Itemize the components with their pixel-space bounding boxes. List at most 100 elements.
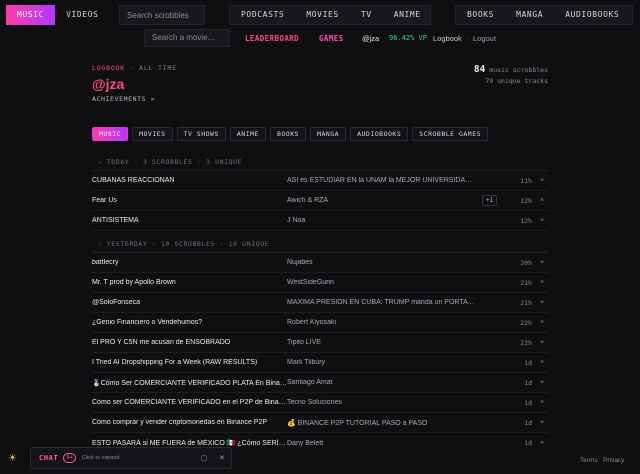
tab-scrobble-games[interactable]: SCROBBLE GAMES	[412, 127, 489, 141]
delete-icon[interactable]: ×	[540, 359, 544, 366]
delete-icon[interactable]: ×	[540, 197, 544, 204]
top-nav: MUSIC VIDEOS PODCASTS MOVIES TV ANIME BO…	[0, 0, 640, 30]
track-artist[interactable]: Robert Kiyosaki	[287, 319, 477, 326]
privacy-link[interactable]: Privacy	[603, 457, 624, 464]
user-handle-link[interactable]: @jza	[362, 34, 379, 43]
track-artist[interactable]: 💰 BINANCE P2P TUTORIAL PASO a PASO	[287, 419, 477, 427]
delete-icon[interactable]: ×	[540, 440, 544, 447]
track-title[interactable]: @SoloFonseca	[92, 299, 287, 306]
delete-icon[interactable]: ×	[540, 399, 544, 406]
track-title[interactable]: ¿Genio Financiero o Vendehumos?	[92, 319, 287, 326]
scrobble-search-input[interactable]	[119, 5, 205, 25]
track-artist[interactable]: Tipito LIVE	[287, 339, 477, 346]
chat-close-icon[interactable]: ✕	[219, 454, 225, 462]
delete-icon[interactable]: ×	[540, 279, 544, 286]
section-header-today[interactable]: ˅ TODAY · 3 SCROBBLES · 3 UNIQUE	[92, 153, 548, 171]
track-artist[interactable]: Santiago Amat	[287, 379, 477, 386]
chat-widget[interactable]: CHAT 9+ Click to expand ▢ ✕	[30, 447, 232, 469]
table-row[interactable]: Cómo comprar y vender criptomonedas en B…	[92, 413, 548, 433]
nav-tv[interactable]: TV	[350, 5, 383, 25]
tab-manga[interactable]: MANGA	[310, 127, 347, 141]
tab-movies[interactable]: MOVIES	[132, 127, 173, 141]
scrobble-time: 22h	[520, 318, 532, 327]
logout-link[interactable]: Logout	[473, 34, 496, 43]
tab-books[interactable]: BOOKS	[269, 127, 307, 141]
leaderboard-link[interactable]: LEADERBOARD	[245, 34, 299, 43]
delete-icon[interactable]: ×	[540, 299, 544, 306]
scrobble-time: 12h	[520, 196, 532, 205]
delete-icon[interactable]: ×	[540, 177, 544, 184]
section-header-yesterday[interactable]: ˅ YESTERDAY · 10 SCROBBLES · 10 UNIQUE	[92, 235, 548, 253]
track-artist[interactable]: Awich & RZA	[287, 197, 477, 204]
nav-audiobooks[interactable]: AUDIOBOOKS	[554, 5, 630, 25]
delete-icon[interactable]: ×	[540, 319, 544, 326]
track-title[interactable]: CUBANAS REACCIONAN	[92, 177, 287, 184]
sub-nav: LEADERBOARD GAMES @jza 96.42% VP · Logbo…	[0, 29, 640, 47]
table-row[interactable]: ANTISISTEMA J Noa 12h ×	[92, 211, 548, 231]
logbook-main: LOGBOOK · ALL TIME @jza ACHIEVEMENTS » 8…	[92, 64, 548, 447]
nav-movies[interactable]: MOVIES	[295, 5, 350, 25]
achievements-link[interactable]: ACHIEVEMENTS »	[92, 95, 548, 103]
separator: ·	[427, 33, 430, 43]
table-row[interactable]: battlecry Nujabes 20h ×	[92, 253, 548, 273]
table-row[interactable]: CUBANAS REACCIONAN ASI es ESTUDIAR EN la…	[92, 171, 548, 191]
track-artist[interactable]: Dany Belett	[287, 440, 477, 447]
track-artist[interactable]: ASI es ESTUDIAR EN la UNAM la MEJOR UNIV…	[287, 177, 477, 184]
terms-link[interactable]: Terms	[580, 457, 598, 464]
logbook-link[interactable]: Logbook	[433, 34, 462, 43]
nav-anime[interactable]: ANIME	[383, 5, 432, 25]
nav-manga[interactable]: MANGA	[505, 5, 554, 25]
track-title[interactable]: Fear Us	[92, 197, 287, 204]
scrobble-time: 1d	[524, 398, 532, 407]
nav-videos[interactable]: VIDEOS	[55, 5, 110, 25]
track-artist[interactable]: Nujabes	[287, 259, 477, 266]
tab-music[interactable]: MUSIC	[92, 127, 129, 141]
chat-expand-icon[interactable]: ▢	[201, 454, 208, 462]
track-artist[interactable]: Mark Tilbury	[287, 359, 477, 366]
track-artist[interactable]: MÁXIMA PRESIÓN EN CUBA: TRUMP manda un P…	[287, 299, 477, 306]
table-row[interactable]: ¿Genio Financiero o Vendehumos? Robert K…	[92, 313, 548, 333]
scrobble-time: 12h	[520, 216, 532, 225]
repeat-count-badge[interactable]: +1	[482, 195, 498, 206]
table-row[interactable]: Mr. T prod by Apollo Brown WestSideGunn …	[92, 273, 548, 293]
table-row[interactable]: @SoloFonseca MÁXIMA PRESIÓN EN CUBA: TRU…	[92, 293, 548, 313]
vp-percentage: 96.42% VP	[389, 34, 427, 42]
scrobble-time: 1d	[524, 439, 532, 447]
track-title[interactable]: ESTO PASARÁ si ME FUERA de MÉXICO 🇲🇽 ¿Có…	[92, 439, 287, 447]
nav-music[interactable]: MUSIC	[6, 5, 56, 25]
scrobble-time: 1d	[524, 358, 532, 367]
track-title[interactable]: Cómo comprar y vender criptomonedas en B…	[92, 419, 287, 426]
delete-icon[interactable]: ×	[540, 339, 544, 346]
nav-podcasts[interactable]: PODCASTS	[230, 5, 295, 25]
table-row[interactable]: 🥈Cómo Ser COMERCIANTE VERIFICADO PLATA E…	[92, 373, 548, 393]
track-title[interactable]: 🥈Cómo Ser COMERCIANTE VERIFICADO PLATA E…	[92, 379, 287, 387]
delete-icon[interactable]: ×	[540, 379, 544, 386]
track-title[interactable]: El PRO Y C5N me acusan de ENSOBRADO	[92, 339, 287, 346]
table-row[interactable]: I Tried AI Dropshipping For a Week (RAW …	[92, 353, 548, 373]
table-row[interactable]: Cómo ser COMERCIANTE VERIFICADO en el P2…	[92, 393, 548, 413]
movie-search-input[interactable]	[144, 29, 230, 47]
track-title[interactable]: ANTISISTEMA	[92, 217, 287, 224]
tab-tv-shows[interactable]: TV SHOWS	[176, 127, 226, 141]
track-artist[interactable]: J Noa	[287, 217, 477, 224]
track-artist[interactable]: Tecno Soluciones	[287, 399, 477, 406]
tab-anime[interactable]: ANIME	[229, 127, 266, 141]
delete-icon[interactable]: ×	[540, 259, 544, 266]
track-artist[interactable]: WestSideGunn	[287, 279, 477, 286]
table-row[interactable]: Fear Us Awich & RZA +1 12h ×	[92, 191, 548, 211]
nav-books[interactable]: BOOKS	[456, 5, 505, 25]
theme-toggle-sun-icon[interactable]: ☀	[8, 453, 24, 467]
track-title[interactable]: Cómo ser COMERCIANTE VERIFICADO en el P2…	[92, 399, 287, 406]
scrobble-count-label: music scrobbles	[485, 66, 548, 74]
scrobble-time: 1d	[524, 378, 532, 387]
table-row[interactable]: El PRO Y C5N me acusan de ENSOBRADO Tipi…	[92, 333, 548, 353]
track-title[interactable]: Mr. T prod by Apollo Brown	[92, 279, 287, 286]
delete-icon[interactable]: ×	[540, 217, 544, 224]
track-title[interactable]: battlecry	[92, 259, 287, 266]
games-link[interactable]: GAMES	[319, 34, 344, 43]
scrobble-stats: 84 music scrobbles 79 unique tracks	[474, 64, 548, 87]
delete-icon[interactable]: ×	[540, 419, 544, 426]
chat-hint: Click to expand	[81, 455, 120, 461]
tab-audiobooks[interactable]: AUDIOBOOKS	[350, 127, 409, 141]
track-title[interactable]: I Tried AI Dropshipping For a Week (RAW …	[92, 359, 287, 366]
